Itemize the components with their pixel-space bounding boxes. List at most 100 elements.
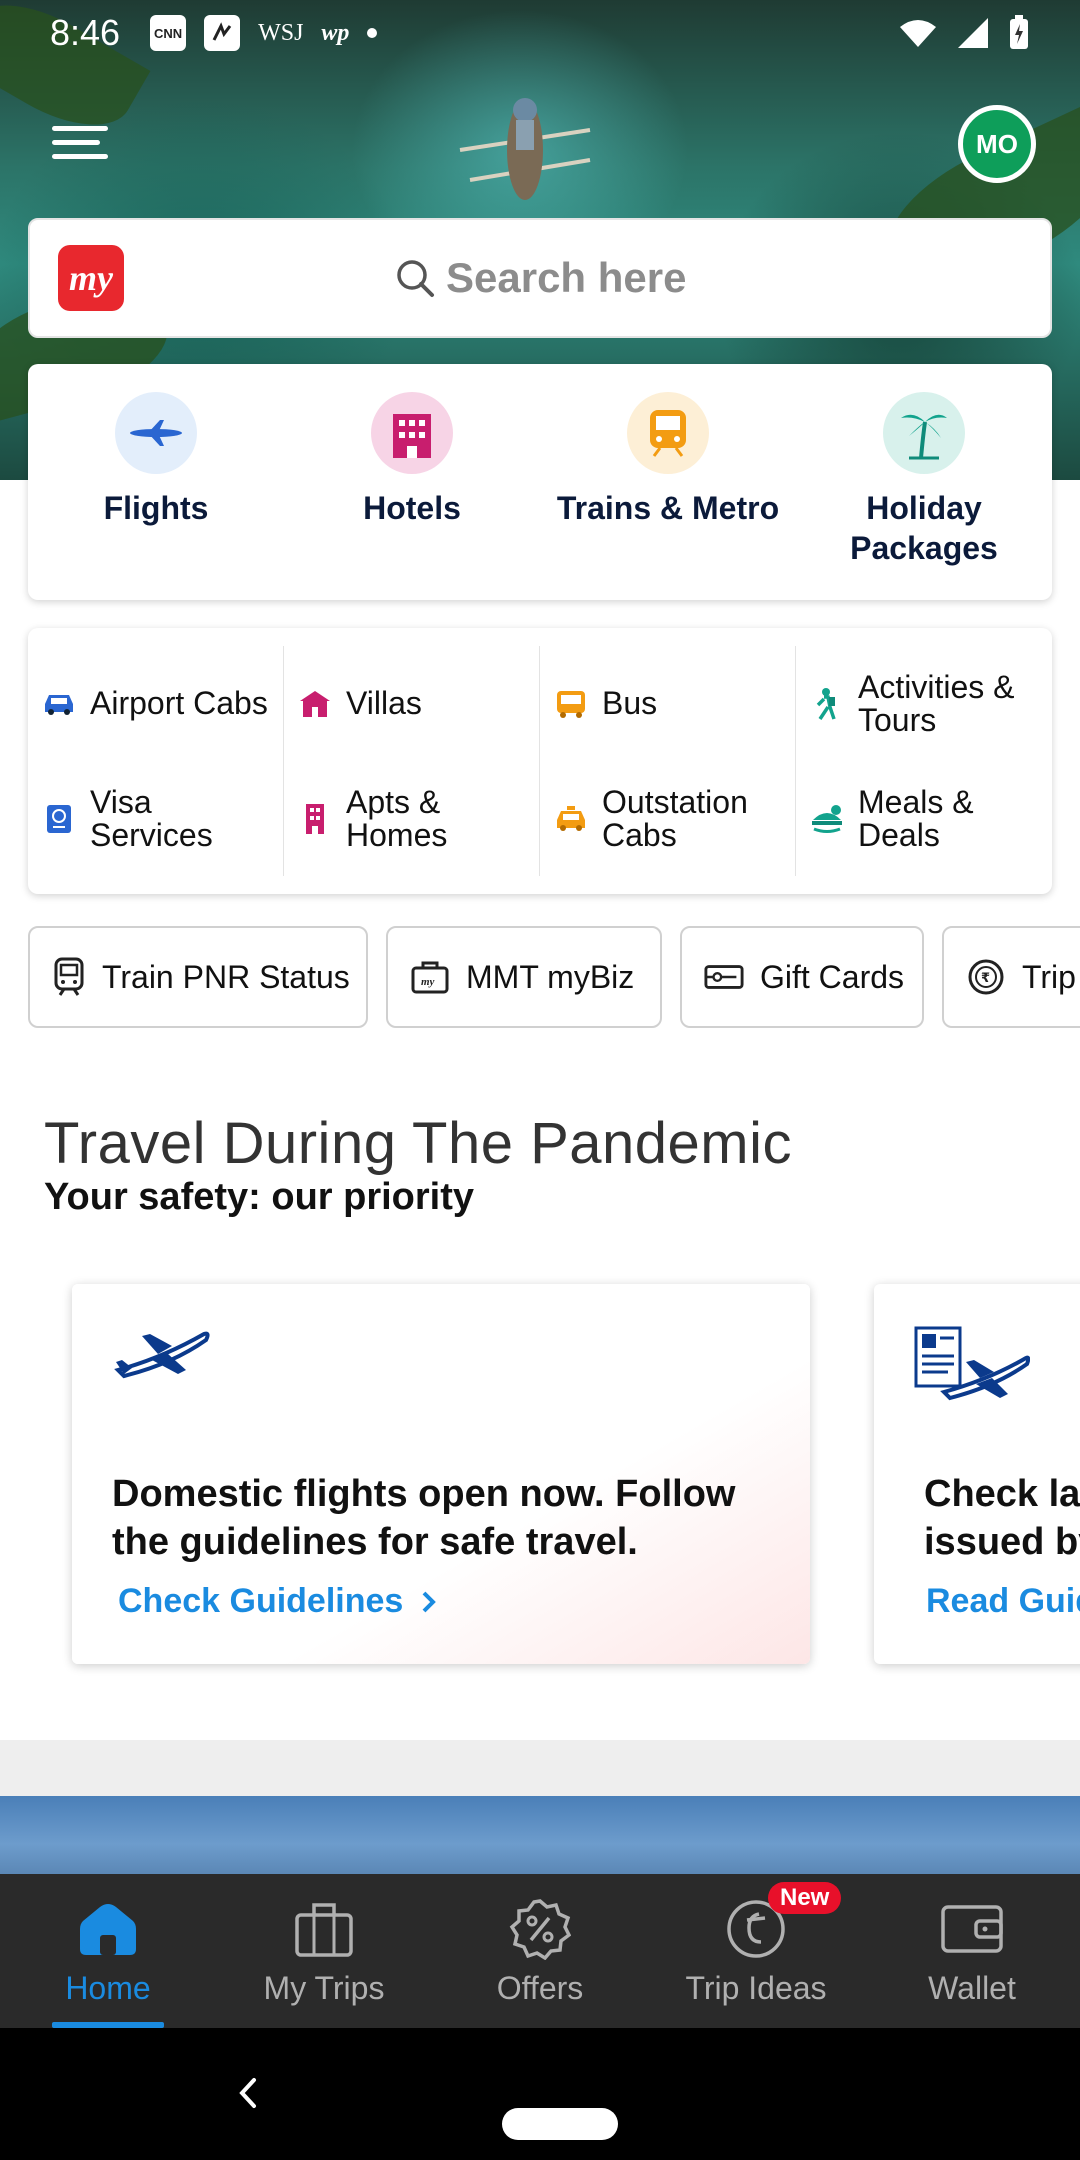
hamburger-menu-icon[interactable] bbox=[52, 126, 112, 166]
chevron-right-icon bbox=[422, 1591, 437, 1612]
hotel-icon bbox=[371, 392, 453, 474]
guideline-card[interactable]: Domestic flights open now. Follow the gu… bbox=[72, 1284, 810, 1664]
bus-icon bbox=[554, 687, 588, 721]
category-label: Hotels bbox=[363, 490, 461, 526]
offer-badge-icon bbox=[508, 1898, 572, 1960]
new-badge: New bbox=[768, 1882, 842, 1914]
app-icon bbox=[204, 15, 241, 51]
category-label: Activities & Tours bbox=[858, 668, 1015, 738]
makemytrip-logo: my bbox=[58, 245, 124, 311]
home-icon bbox=[76, 1898, 140, 1960]
chip-label: MMT myBiz bbox=[466, 958, 635, 995]
category-apts-homes[interactable]: Apts & Homes bbox=[284, 761, 540, 876]
category-airport-cabs[interactable]: Airport Cabs bbox=[28, 646, 284, 761]
system-navigation-bar bbox=[0, 2028, 1080, 2160]
link-label: Check Guidelines bbox=[118, 1582, 404, 1620]
card-text-line: issued by bbox=[924, 1521, 1080, 1563]
category-label: Airport Cabs bbox=[90, 685, 268, 721]
svg-text:my: my bbox=[421, 976, 435, 988]
search-icon bbox=[397, 260, 434, 297]
category-bus[interactable]: Bus bbox=[540, 646, 796, 761]
villa-icon bbox=[298, 687, 332, 721]
gift-card-icon bbox=[704, 957, 744, 997]
category-label: Villas bbox=[346, 685, 422, 721]
category-trains-metro[interactable]: Trains & Metro bbox=[540, 364, 796, 600]
nav-label: Offers bbox=[496, 1970, 584, 2006]
category-outstation-cabs[interactable]: Outstation Cabs bbox=[540, 761, 796, 876]
category-label: Meals & Deals bbox=[858, 783, 974, 853]
nav-label: Trip Ideas bbox=[685, 1970, 827, 2006]
section-divider bbox=[0, 1740, 1080, 1796]
passport-icon bbox=[42, 802, 76, 836]
category-activities-tours[interactable]: Activities & Tours bbox=[796, 646, 1052, 761]
secondary-categories: Airport Cabs Villas Bus Activities & Tou… bbox=[28, 628, 1052, 894]
hiker-icon bbox=[810, 687, 844, 721]
car-icon bbox=[42, 687, 76, 721]
nav-offers[interactable]: Offers bbox=[432, 1874, 648, 2028]
search-input[interactable]: Search here bbox=[394, 254, 686, 302]
primary-categories: Flights Hotels Trains & Metro Holiday Pa… bbox=[28, 364, 1052, 600]
nav-home[interactable]: Home bbox=[0, 1874, 216, 2028]
document-plane-icon bbox=[914, 1326, 1031, 1411]
dot-icon bbox=[367, 28, 378, 38]
wp-icon: wp bbox=[321, 19, 350, 46]
chip-trip[interactable]: ₹ Trip bbox=[942, 926, 1080, 1028]
category-label: Apts & Homes bbox=[346, 783, 448, 853]
nav-wallet[interactable]: Wallet bbox=[864, 1874, 1080, 2028]
category-flights[interactable]: Flights bbox=[28, 364, 284, 600]
briefcase-icon: my bbox=[410, 957, 450, 997]
link-label: Read Guid bbox=[926, 1582, 1080, 1620]
category-hotels[interactable]: Hotels bbox=[284, 364, 540, 600]
battery-icon bbox=[1010, 15, 1028, 49]
airplane-icon bbox=[115, 392, 197, 474]
category-label: Outstation Cabs bbox=[602, 783, 748, 853]
chip-train-pnr-status[interactable]: Train PNR Status bbox=[28, 926, 368, 1028]
search-bar[interactable]: my Search here bbox=[28, 218, 1052, 338]
card-text: Domestic flights open now. Follow the gu… bbox=[112, 1473, 736, 1563]
chip-gift-cards[interactable]: Gift Cards bbox=[680, 926, 924, 1028]
home-gesture-pill[interactable] bbox=[502, 2108, 618, 2140]
system-status-icons bbox=[898, 15, 1030, 51]
category-label: Trains & Metro bbox=[556, 490, 780, 526]
wsj-icon: WSJ bbox=[258, 19, 304, 46]
card-text: Check la issued by bbox=[924, 1470, 1080, 1566]
rupee-coin-icon: ₹ bbox=[966, 957, 1006, 997]
nav-my-trips[interactable]: My Trips bbox=[216, 1874, 432, 2028]
signal-icon bbox=[958, 18, 988, 48]
nav-label: Home bbox=[65, 1970, 151, 2006]
guideline-card[interactable]: Check la issued by Read Guid bbox=[874, 1284, 1080, 1664]
profile-avatar[interactable]: MO bbox=[958, 105, 1036, 183]
section-title: Travel During The Pandemic bbox=[44, 1111, 792, 1176]
chip-mmt-mybiz[interactable]: my MMT myBiz bbox=[386, 926, 662, 1028]
notification-icons: CNN WSJ wp bbox=[150, 15, 378, 51]
wallet-icon bbox=[940, 1898, 1004, 1960]
category-label: Visa Services bbox=[90, 783, 213, 853]
category-meals-deals[interactable]: Meals & Deals bbox=[796, 761, 1052, 876]
svg-text:₹: ₹ bbox=[981, 971, 990, 986]
quick-links-row: Train PNR Status my MMT myBiz Gift Cards… bbox=[28, 926, 1080, 1028]
category-holiday-packages[interactable]: Holiday Packages bbox=[796, 364, 1052, 600]
nav-trip-ideas[interactable]: New Trip Ideas bbox=[648, 1874, 864, 2028]
cnn-icon: CNN bbox=[150, 15, 187, 51]
category-label: Bus bbox=[602, 685, 658, 721]
train-icon bbox=[52, 957, 86, 997]
card-text-line: Check la bbox=[924, 1473, 1080, 1515]
meal-icon bbox=[810, 802, 844, 836]
wifi-icon bbox=[900, 20, 936, 47]
category-label: Holiday Packages bbox=[850, 490, 998, 566]
back-icon[interactable] bbox=[222, 2068, 272, 2118]
section-subtitle: Your safety: our priority bbox=[44, 1176, 475, 1218]
nav-label: My Trips bbox=[263, 1970, 385, 2006]
category-villas[interactable]: Villas bbox=[284, 646, 540, 761]
boat-illustration bbox=[459, 98, 591, 200]
category-visa-services[interactable]: Visa Services bbox=[28, 761, 284, 876]
suitcase-icon bbox=[292, 1898, 356, 1960]
status-time: 8:46 bbox=[50, 12, 121, 53]
category-label: Flights bbox=[103, 490, 209, 526]
promo-banner-image[interactable] bbox=[0, 1796, 1080, 1876]
airplane-icon bbox=[112, 1324, 212, 1389]
palm-tree-icon bbox=[883, 392, 965, 474]
status-bar: 8:46 CNN WSJ wp bbox=[0, 0, 1080, 66]
read-guidelines-link[interactable]: Read Guid bbox=[926, 1582, 1080, 1621]
check-guidelines-link[interactable]: Check Guidelines bbox=[118, 1582, 437, 1621]
